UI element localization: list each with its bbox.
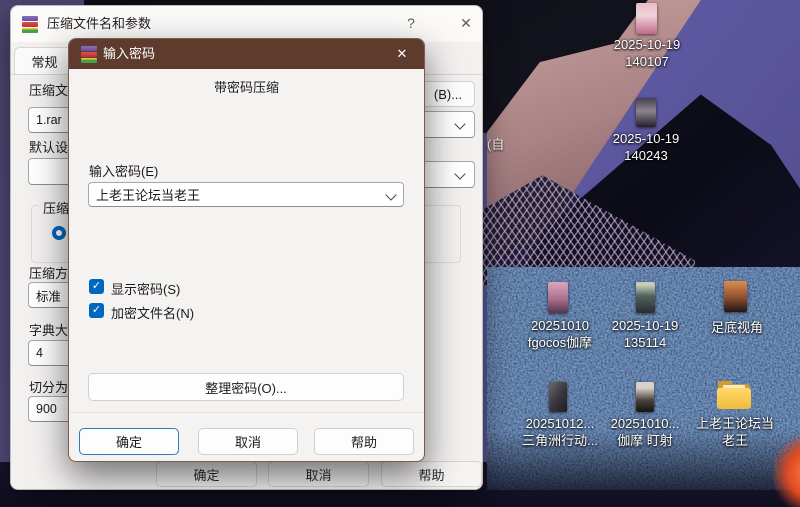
icon-label: 140107 [589, 53, 705, 70]
folder-icon[interactable] [716, 381, 752, 410]
winrar-icon [80, 45, 98, 63]
profile-label: 默认设 [29, 137, 68, 156]
archive-dialog-title: 压缩文件名和参数 [47, 6, 151, 42]
ok-button[interactable]: 确定 [156, 461, 257, 487]
password-input-label: 输入密码(E) [89, 161, 158, 180]
desktop-label-fragment: (自 [487, 134, 504, 153]
footer-divider [70, 412, 423, 413]
format-radio-selected[interactable] [52, 226, 66, 240]
password-dialog-titlebar[interactable]: 输入密码 ✕ [69, 39, 424, 69]
photo-thumbnail-icon[interactable] [548, 282, 568, 313]
winrar-icon [21, 15, 39, 33]
close-icon[interactable]: ✕ [451, 6, 481, 40]
method-label: 压缩方 [29, 263, 68, 282]
help-caption-button[interactable]: ? [396, 6, 426, 40]
help-button[interactable]: 帮助 [381, 461, 482, 487]
checkbox-checked-icon[interactable]: ✓ [89, 279, 104, 294]
password-input[interactable]: 上老王论坛当老王 [88, 182, 404, 207]
photo-thumbnail-icon[interactable] [724, 281, 747, 312]
ok-button[interactable]: 确定 [79, 428, 179, 455]
icon-label: 135114 [587, 334, 703, 351]
browse-button[interactable]: (B)... [421, 81, 475, 107]
password-dialog-title: 输入密码 [103, 39, 155, 69]
photo-thumbnail-icon[interactable] [636, 282, 655, 313]
split-label: 切分为 [29, 377, 68, 396]
format-combobox[interactable] [421, 111, 475, 138]
encrypt-names-label: 加密文件名(N) [111, 303, 194, 322]
photo-thumbnail-icon[interactable] [636, 98, 656, 127]
icon-label: 2025-10-19 [588, 130, 704, 147]
folder-icon-front [717, 388, 751, 409]
photo-thumbnail-icon[interactable] [636, 3, 657, 34]
icon-label: 足底视角 [679, 319, 795, 336]
help-button[interactable]: 帮助 [314, 428, 414, 455]
organize-passwords-button[interactable]: 整理密码(O)... [88, 373, 404, 401]
archive-name-label: 压缩文 [29, 80, 68, 99]
photo-thumbnail-icon[interactable] [636, 382, 654, 412]
icon-label: 140243 [588, 147, 704, 164]
update-mode-combobox[interactable] [421, 161, 475, 188]
archive-dialog-titlebar[interactable]: 压缩文件名和参数 ? ✕ [11, 6, 482, 42]
checkbox-checked-icon[interactable]: ✓ [89, 303, 104, 318]
tab-general[interactable]: 常规 [14, 47, 75, 74]
desktop: (自 2025-10-19 140107 2025-10-19 140243 2… [0, 0, 800, 507]
photo-thumbnail-icon[interactable] [549, 382, 567, 412]
icon-label: 老王 [677, 432, 793, 449]
password-heading: 带密码压缩 [69, 77, 424, 96]
cancel-button[interactable]: 取消 [268, 461, 369, 487]
close-icon[interactable]: ✕ [388, 39, 416, 69]
password-dialog: 输入密码 ✕ 带密码压缩 输入密码(E) 上老王论坛当老王 ✓ 显示密码(S) … [68, 38, 425, 462]
icon-label: 2025-10-19 [589, 36, 705, 53]
dictionary-label: 字典大 [29, 320, 68, 339]
cancel-button[interactable]: 取消 [198, 428, 298, 455]
show-password-label: 显示密码(S) [111, 279, 180, 298]
icon-label: 上老王论坛当 [677, 415, 793, 432]
